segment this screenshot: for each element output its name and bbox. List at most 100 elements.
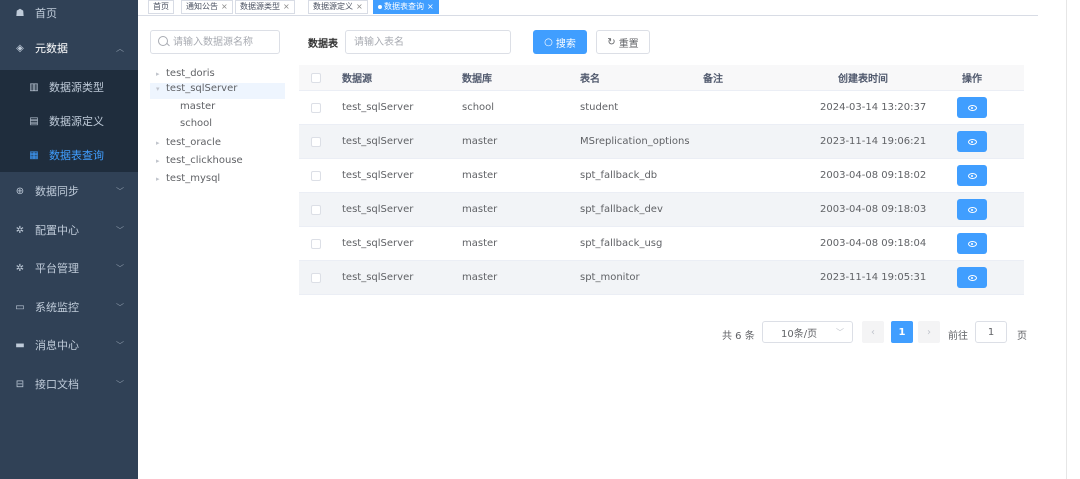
sidebar-item-table-query[interactable]: ▦ 数据表查询 xyxy=(0,138,138,172)
tree-node-label: master xyxy=(180,101,216,112)
close-icon[interactable]: × xyxy=(356,2,363,11)
chevron-right-icon: › xyxy=(927,326,931,338)
page-number-current[interactable]: 1 xyxy=(891,321,913,343)
row-checkbox-cell[interactable] xyxy=(311,91,321,124)
layers-icon: ◈ xyxy=(16,42,24,54)
view-button[interactable] xyxy=(957,97,987,118)
checkbox[interactable] xyxy=(311,272,321,283)
sidebar-item-label: 首页 xyxy=(35,7,57,20)
sidebar-item-platform-management[interactable]: ✲ 平台管理 ﹀ xyxy=(0,251,138,285)
chevron-left-icon: ‹ xyxy=(871,326,875,338)
tree-node-label: school xyxy=(180,118,213,129)
eye-icon xyxy=(967,206,977,213)
close-icon[interactable]: × xyxy=(221,2,228,11)
sidebar-item-metadata[interactable]: ◈ 元数据 ︿ xyxy=(0,31,138,65)
checkbox[interactable] xyxy=(311,102,321,113)
eye-icon xyxy=(967,138,977,145)
view-button[interactable] xyxy=(957,131,987,152)
tree-node-test-doris[interactable]: ▸ test_doris xyxy=(150,68,215,84)
header-database: 数据库 xyxy=(462,74,492,85)
datasource-search-input[interactable] xyxy=(150,30,280,54)
datasource-search-field[interactable] xyxy=(151,31,279,53)
tag-notice[interactable]: 通知公告 × xyxy=(181,0,233,14)
caret-right-icon: ▸ xyxy=(156,70,160,78)
page-size-select[interactable]: 10条/页 ﹀ xyxy=(762,321,853,343)
tree-node-school[interactable]: school xyxy=(150,118,212,134)
tree-node-label: test_clickhouse xyxy=(166,155,243,166)
message-icon: ▬ xyxy=(15,339,25,351)
monitor-icon: ▭ xyxy=(15,301,25,313)
tree-node-master[interactable]: master xyxy=(150,101,215,117)
header-created-time: 创建表时间 xyxy=(838,74,888,85)
tag-datasource-type[interactable]: 数据源类型 × xyxy=(235,0,295,14)
cell-source: test_sqlServer xyxy=(342,238,414,249)
checkbox[interactable] xyxy=(311,170,321,181)
row-checkbox-cell[interactable] xyxy=(311,125,321,158)
sidebar-item-datasource-definition[interactable]: ▤ 数据源定义 xyxy=(0,104,138,138)
action-cell xyxy=(957,159,987,192)
view-button[interactable] xyxy=(957,233,987,254)
view-button[interactable] xyxy=(957,199,987,220)
chevron-down-icon: ﹀ xyxy=(116,264,124,273)
view-button[interactable] xyxy=(957,267,987,288)
sidebar-item-config-center[interactable]: ✲ 配置中心 ﹀ xyxy=(0,213,138,247)
checkbox[interactable] xyxy=(311,136,321,147)
sidebar-item-data-sync[interactable]: ⊕ 数据同步 ﹀ xyxy=(0,174,138,208)
row-checkbox-cell[interactable] xyxy=(311,261,321,294)
tree-node-test-oracle[interactable]: ▸ test_oracle xyxy=(150,137,221,153)
table-icon: ▦ xyxy=(29,149,39,161)
table-name-field[interactable] xyxy=(346,31,510,53)
row-checkbox-cell[interactable] xyxy=(311,193,321,226)
table-row: test_sqlServer master spt_fallback_dev 2003… xyxy=(299,193,1024,227)
search-button[interactable]: ○ 搜索 xyxy=(533,30,587,54)
goto-page-value: 1 xyxy=(987,326,995,338)
tag-label: 数据源类型 xyxy=(240,2,280,11)
goto-page-input[interactable]: 1 xyxy=(975,321,1007,343)
row-checkbox-cell[interactable] xyxy=(311,227,321,260)
checkbox[interactable] xyxy=(311,204,321,215)
table-row: test_sqlServer master spt_monitor 2023-11-1… xyxy=(299,261,1024,295)
sidebar-item-datasource-type[interactable]: ▥ 数据源类型 xyxy=(0,70,138,104)
prev-page-button[interactable]: ‹ xyxy=(862,321,884,343)
select-all-checkbox[interactable] xyxy=(311,65,321,90)
tree-node-test-clickhouse[interactable]: ▸ test_clickhouse xyxy=(150,155,243,171)
page-number-label: 1 xyxy=(898,326,906,338)
tag-table-query[interactable]: 数据表查询 × xyxy=(373,0,439,14)
tag-datasource-definition[interactable]: 数据源定义 × xyxy=(308,0,368,14)
action-cell xyxy=(957,193,987,226)
next-page-button[interactable]: › xyxy=(918,321,940,343)
close-icon[interactable]: × xyxy=(283,2,290,11)
tag-label: 通知公告 xyxy=(186,2,218,11)
cell-table-name: spt_fallback_dev xyxy=(580,204,663,215)
sidebar-item-api-docs[interactable]: ⊟ 接口文档 ﹀ xyxy=(0,367,138,401)
tree-node-test-sqlserver[interactable]: ▾ test_sqlServer xyxy=(150,83,285,99)
row-checkbox-cell[interactable] xyxy=(311,159,321,192)
tree-node-test-mysql[interactable]: ▸ test_mysql xyxy=(150,173,220,189)
cell-database: master xyxy=(462,136,498,147)
search-icon: ○ xyxy=(544,36,553,48)
tag-label: 首页 xyxy=(153,2,169,11)
view-button[interactable] xyxy=(957,165,987,186)
sidebar-item-label: 接口文档 xyxy=(35,378,79,391)
sidebar-item-message-center[interactable]: ▬ 消息中心 ﹀ xyxy=(0,328,138,362)
sidebar-item-home[interactable]: ☗ 首页 xyxy=(0,0,138,30)
reset-button[interactable]: ↻ 重置 xyxy=(596,30,650,54)
cell-source: test_sqlServer xyxy=(342,170,414,181)
close-icon[interactable]: × xyxy=(427,2,434,11)
sidebar-item-label: 数据源定义 xyxy=(49,115,104,128)
table-name-input[interactable] xyxy=(345,30,511,54)
tag-home[interactable]: 首页 xyxy=(148,0,174,14)
header-action: 操作 xyxy=(962,74,982,85)
checkbox[interactable] xyxy=(311,238,321,249)
cell-database: master xyxy=(462,170,498,181)
reset-button-label: 重置 xyxy=(618,38,639,50)
chevron-down-icon: ﹀ xyxy=(116,341,124,350)
cell-table-name: spt_monitor xyxy=(580,272,640,283)
header-source: 数据源 xyxy=(342,74,372,85)
caret-right-icon: ▸ xyxy=(156,157,160,165)
sidebar-item-system-monitor[interactable]: ▭ 系统监控 ﹀ xyxy=(0,290,138,324)
checkbox[interactable] xyxy=(311,72,321,83)
table-row: test_sqlServer school student 2024-03-14 13… xyxy=(299,91,1024,125)
tree-node-label: test_sqlServer xyxy=(166,83,238,94)
cell-source: test_sqlServer xyxy=(342,102,414,113)
